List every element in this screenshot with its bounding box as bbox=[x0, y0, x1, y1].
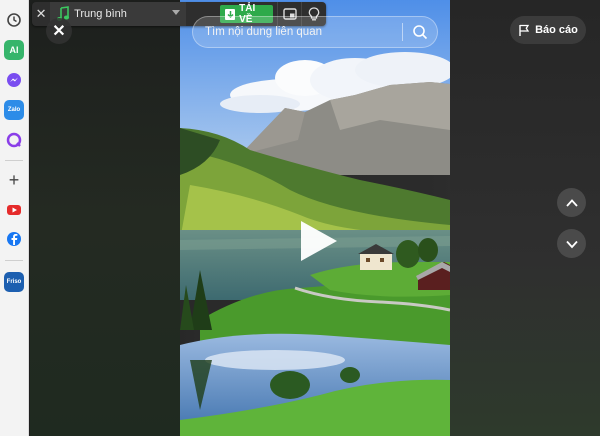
sidebar-divider bbox=[5, 160, 23, 161]
video-scene bbox=[180, 0, 450, 436]
sidebar-divider bbox=[5, 260, 23, 261]
blurred-background-right bbox=[450, 0, 600, 436]
zalo-icon[interactable]: Zalo bbox=[4, 100, 24, 120]
quality-select[interactable]: Trung bình bbox=[50, 2, 187, 26]
video-frame[interactable] bbox=[180, 0, 450, 436]
search-placeholder[interactable]: Tìm nội dung liên quan bbox=[193, 26, 402, 38]
blurred-background-left bbox=[30, 0, 180, 436]
close-video-button[interactable]: ✕ bbox=[46, 18, 72, 44]
ai-icon[interactable]: AI bbox=[4, 40, 24, 60]
search-icon bbox=[413, 25, 428, 40]
chevron-down-icon bbox=[172, 10, 181, 15]
next-video-button[interactable] bbox=[557, 229, 586, 258]
add-icon[interactable]: + bbox=[4, 170, 24, 190]
close-icon: ✕ bbox=[35, 6, 47, 21]
related-search-bar[interactable]: Tìm nội dung liên quan bbox=[192, 16, 438, 48]
toolbar-close-button[interactable]: ✕ bbox=[32, 2, 50, 26]
search-button[interactable] bbox=[403, 24, 437, 40]
flag-icon bbox=[519, 24, 530, 36]
facebook-icon[interactable] bbox=[4, 229, 24, 249]
chevron-up-icon bbox=[565, 198, 578, 207]
search-q-icon[interactable] bbox=[4, 130, 24, 150]
messenger-icon[interactable] bbox=[4, 70, 24, 90]
youtube-icon[interactable] bbox=[4, 200, 24, 220]
report-button[interactable]: Báo cáo bbox=[510, 16, 586, 44]
close-icon: ✕ bbox=[52, 23, 66, 40]
friso-icon[interactable]: Friso bbox=[4, 272, 24, 292]
browser-sidebar: AI Zalo + Friso bbox=[0, 0, 29, 436]
previous-video-button[interactable] bbox=[557, 188, 586, 217]
chevron-down-icon bbox=[565, 240, 578, 248]
quality-label: Trung bình bbox=[74, 8, 127, 20]
report-label: Báo cáo bbox=[535, 24, 578, 36]
history-icon[interactable] bbox=[4, 10, 24, 30]
play-button[interactable] bbox=[298, 220, 338, 262]
play-icon bbox=[301, 221, 337, 261]
